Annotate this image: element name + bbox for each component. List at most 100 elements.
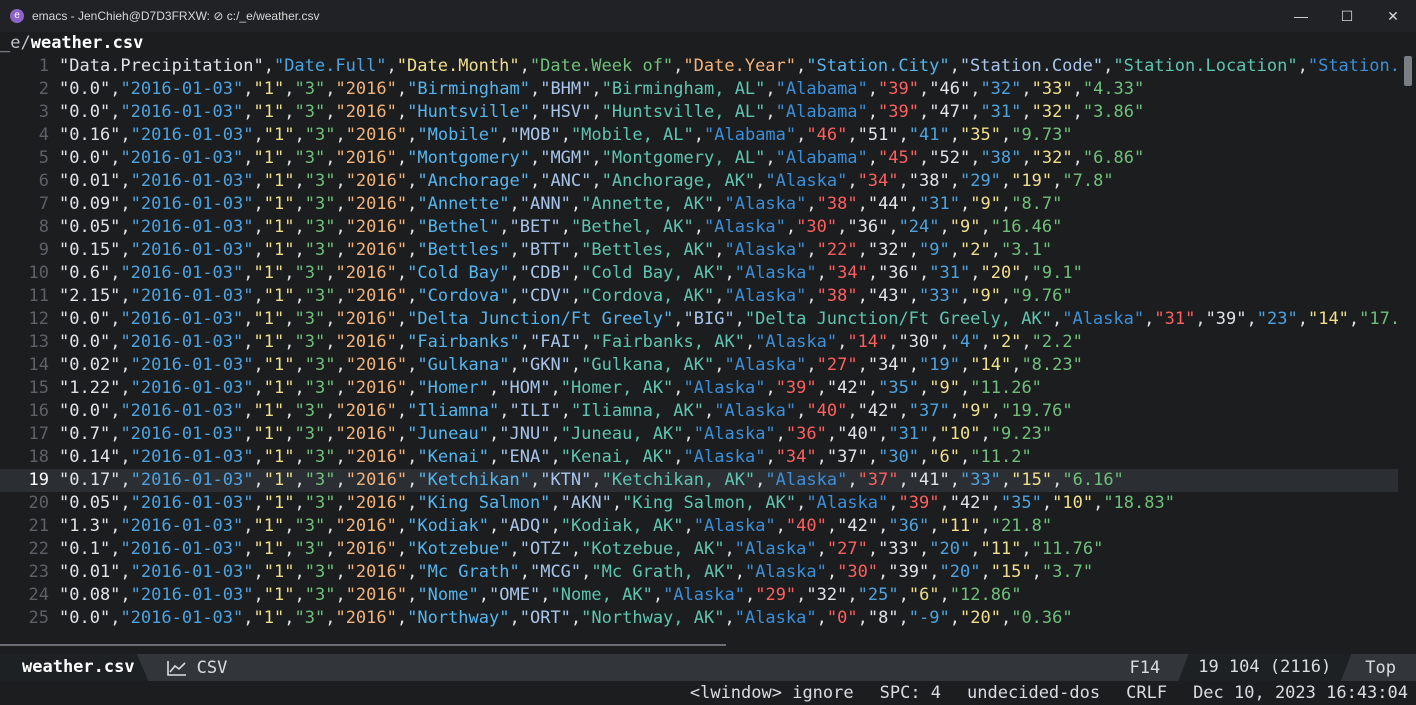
csv-comma: ,: [949, 125, 960, 145]
csv-field: "3": [294, 332, 326, 352]
mode-line-buffer-name[interactable]: weather.csv: [0, 654, 149, 681]
csv-field: "3": [294, 424, 326, 444]
csv-comma: ,: [335, 470, 346, 490]
csv-line[interactable]: 3 "0.0","2016-01-03","1","3","2016","Hunt…: [0, 101, 1398, 124]
csv-line[interactable]: 25 "0.0","2016-01-03","1","3","2016","Nor…: [0, 607, 1398, 630]
csv-line[interactable]: 19 "0.17","2016-01-03","1","3","2016","Ke…: [0, 469, 1398, 492]
csv-field: "2016-01-03": [130, 585, 254, 605]
csv-field: "1": [253, 539, 285, 559]
csv-line[interactable]: 12 "0.0","2016-01-03","1","3","2016","Del…: [0, 308, 1398, 331]
csv-comma: ,: [898, 125, 909, 145]
csv-comma: ,: [867, 263, 879, 283]
csv-line[interactable]: 1 "Data.Precipitation","Date.Full","Date.…: [0, 55, 1398, 78]
csv-comma: ,: [714, 355, 725, 375]
csv-comma: ,: [284, 79, 295, 99]
csv-comma: ,: [806, 355, 817, 375]
csv-line[interactable]: 24 "0.08","2016-01-03","1","3","2016","No…: [0, 584, 1398, 607]
csv-line[interactable]: 22 "0.1","2016-01-03","1","3","2016","Kot…: [0, 538, 1398, 561]
csv-field: "ORT": [519, 608, 571, 628]
csv-comma: ,: [550, 447, 561, 467]
csv-comma: ,: [898, 171, 909, 191]
horizontal-scrollbar[interactable]: [0, 644, 726, 646]
csv-comma: ,: [816, 378, 827, 398]
csv-comma: ,: [960, 447, 971, 467]
vertical-scrollbar[interactable]: [1404, 56, 1412, 86]
minimize-button[interactable]: —: [1278, 0, 1324, 32]
csv-comma: ,: [1052, 171, 1063, 191]
csv-field: "0.0": [59, 148, 111, 168]
csv-line[interactable]: 16 "0.0","2016-01-03","1","3","2016","Ili…: [0, 400, 1398, 423]
csv-comma: ,: [683, 516, 694, 536]
csv-comma: ,: [949, 240, 960, 260]
csv-comma: ,: [570, 240, 582, 260]
maximize-button[interactable]: ☐: [1324, 0, 1370, 32]
csv-line[interactable]: 9 "0.15","2016-01-03","1","3","2016","Bet…: [0, 239, 1398, 262]
csv-line[interactable]: 23 "0.01","2016-01-03","1","3","2016","Mc…: [0, 561, 1398, 584]
csv-comma: ,: [1144, 309, 1155, 329]
line-content: "0.05","2016-01-03","1","3","2016","Beth…: [59, 217, 1062, 237]
line-number: 8: [38, 217, 49, 237]
csv-comma: ,: [591, 79, 602, 99]
csv-line[interactable]: 11 "2.15","2016-01-03","1","3","2016","Co…: [0, 285, 1398, 308]
csv-comma: ,: [284, 516, 295, 536]
csv-comma: ,: [407, 286, 418, 306]
csv-line[interactable]: 10 "0.6","2016-01-03","1","3","2016","Col…: [0, 262, 1398, 285]
csv-line[interactable]: 7 "0.09","2016-01-03","1","3","2016","Ann…: [0, 193, 1398, 216]
csv-comma: ,: [591, 102, 602, 122]
csv-field: "4.33": [1082, 79, 1145, 99]
line-content: "0.15","2016-01-03","1","3","2016","Bett…: [59, 240, 1052, 260]
csv-field: "11": [980, 539, 1022, 559]
csv-comma: ,: [407, 447, 418, 467]
csv-field: "40": [837, 424, 879, 444]
csv-comma: ,: [959, 355, 971, 375]
csv-comma: ,: [509, 240, 520, 260]
mode-line-major-mode[interactable]: CSV: [149, 658, 227, 678]
csv-field: "29": [959, 171, 1001, 191]
csv-line[interactable]: 8 "0.05","2016-01-03","1","3","2016","Bet…: [0, 216, 1398, 239]
csv-field: "20": [939, 562, 981, 582]
csv-line[interactable]: 4 "0.16","2016-01-03","1","3","2016","Mob…: [0, 124, 1398, 147]
csv-comma: ,: [570, 608, 582, 628]
csv-field: "Alabama": [775, 102, 868, 122]
csv-line[interactable]: 18 "0.14","2016-01-03","1","3","2016","Ke…: [0, 446, 1398, 469]
csv-line[interactable]: 17 "0.7","2016-01-03","1","3","2016","Jun…: [0, 423, 1398, 446]
close-button[interactable]: ✕: [1370, 0, 1416, 32]
csv-comma: ,: [939, 493, 950, 513]
csv-line[interactable]: 20 "0.05","2016-01-03","1","3","2016","Ki…: [0, 492, 1398, 515]
csv-line[interactable]: 5 "0.0","2016-01-03","1","3","2016","Mont…: [0, 147, 1398, 170]
csv-comma: ,: [110, 263, 121, 283]
csv-field: "Station.City": [806, 56, 950, 76]
csv-field: "2016": [335, 102, 397, 122]
csv-comma: ,: [335, 493, 346, 513]
csv-field: "40": [806, 401, 848, 421]
text-buffer[interactable]: 1 "Data.Precipitation","Date.Full","Date.…: [0, 55, 1398, 635]
csv-comma: ,: [509, 608, 520, 628]
csv-field: "32": [867, 240, 909, 260]
csv-line[interactable]: 14 "0.02","2016-01-03","1","3","2016","Gu…: [0, 354, 1398, 377]
csv-comma: ,: [990, 493, 1001, 513]
csv-comma: ,: [1021, 332, 1032, 352]
minibuffer[interactable]: <lwindow> ignore SPC: 4 undecided-dos CRLF D…: [0, 681, 1416, 705]
csv-line[interactable]: 21 "1.3","2016-01-03","1","3","2016","Kod…: [0, 515, 1398, 538]
csv-field: "JNU": [499, 424, 551, 444]
csv-comma: ,: [919, 263, 930, 283]
csv-field: "GKN": [519, 355, 571, 375]
csv-line[interactable]: 15 "1.22","2016-01-03","1","3","2016","Ho…: [0, 377, 1398, 400]
csv-field: "9.1": [1031, 263, 1083, 283]
csv-line[interactable]: 6 "0.01","2016-01-03","1","3","2016","Anc…: [0, 170, 1398, 193]
csv-field: "24": [898, 217, 940, 237]
csv-field: "0.0": [59, 608, 111, 628]
csv-comma: ,: [919, 447, 930, 467]
csv-field: "3.1": [1000, 240, 1053, 260]
csv-line[interactable]: 13 "0.0","2016-01-03","1","3","2016","Fai…: [0, 331, 1398, 354]
csv-field: "3": [304, 470, 336, 490]
csv-comma: ,: [591, 470, 602, 490]
csv-line[interactable]: 2 "0.0","2016-01-03","1","3","2016","Birm…: [0, 78, 1398, 101]
csv-comma: ,: [918, 79, 930, 99]
line-content: "0.0","2016-01-03","1","3","2016","Fairb…: [59, 332, 1083, 352]
csv-field: "Alabama": [704, 125, 797, 145]
csv-field: "Anchorage, AK": [601, 171, 756, 191]
csv-comma: ,: [294, 217, 305, 237]
csv-field: "7.8": [1062, 171, 1114, 191]
csv-field: "Cordova, AK": [581, 286, 715, 306]
